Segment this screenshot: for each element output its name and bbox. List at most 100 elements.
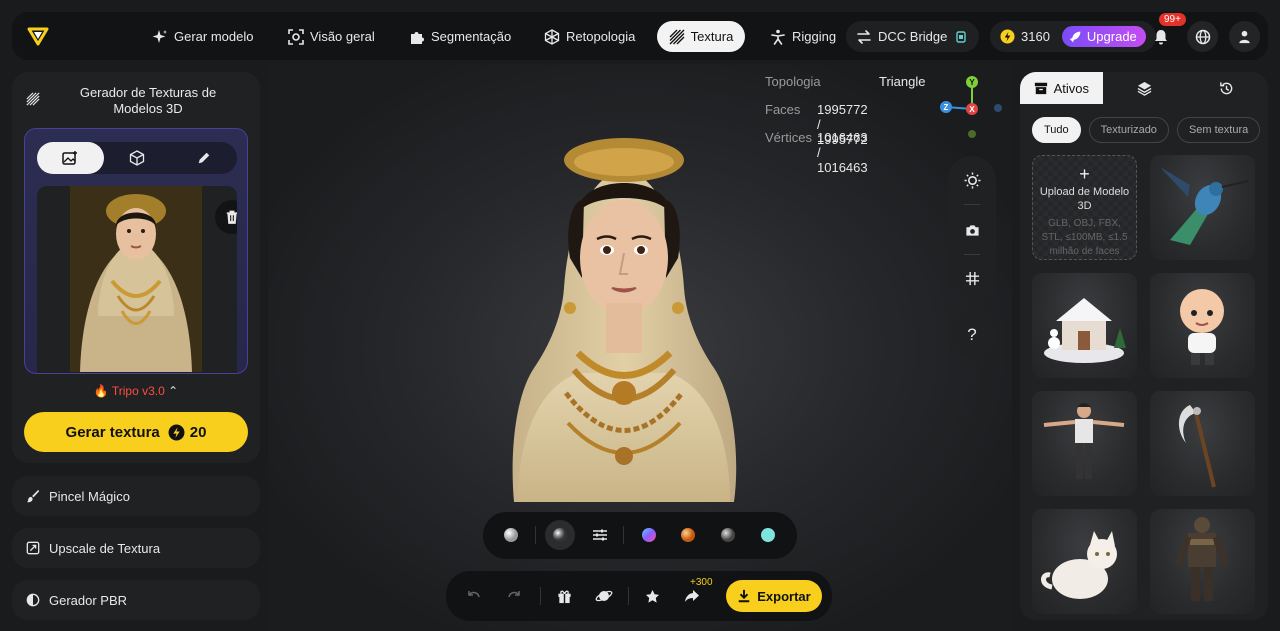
rig-figure-icon <box>771 29 785 45</box>
snow-house-thumbnail <box>1044 298 1126 363</box>
plugin-icon <box>956 30 967 43</box>
generate-texture-button[interactable]: Gerar textura 20 <box>24 412 248 452</box>
toolbar-divider <box>623 526 624 544</box>
model-input-tab[interactable] <box>104 142 171 174</box>
trash-icon <box>226 210 237 224</box>
screenshot-button[interactable] <box>962 220 982 240</box>
undo-button[interactable] <box>464 586 484 606</box>
nav-segmentacao[interactable]: Segmentação <box>399 21 521 52</box>
focus-icon <box>288 28 304 45</box>
material-base-color-button[interactable] <box>676 523 700 547</box>
viewport-side-toolbar <box>948 156 996 300</box>
redo-button[interactable] <box>504 586 524 606</box>
favorite-button[interactable] <box>642 586 662 606</box>
nav-label: Rigging <box>792 29 837 44</box>
tool-label: Upscale de Textura <box>49 540 161 556</box>
nav-dcc-bridge[interactable]: DCC Bridge <box>846 21 980 52</box>
material-metallic-button[interactable] <box>716 523 740 547</box>
reference-image <box>70 186 202 372</box>
sphere-white-icon <box>504 528 518 542</box>
material-texture-button[interactable] <box>545 520 575 550</box>
magic-brush-button[interactable]: Pincel Mágico <box>12 476 260 516</box>
nav-gerar-modelo[interactable]: Gerar modelo <box>142 21 263 52</box>
asset-card-hummingbird[interactable] <box>1150 155 1255 260</box>
pbr-generator-button[interactable]: Gerador PBR <box>12 580 260 620</box>
axis-y-label: Y <box>969 78 975 87</box>
cartoon-boy-thumbnail <box>1180 289 1224 365</box>
tab-layers[interactable] <box>1103 72 1186 104</box>
nav-retopologia[interactable]: Retopologia <box>534 21 645 52</box>
asset-card-cat[interactable] <box>1032 509 1137 614</box>
delete-image-button[interactable] <box>215 200 237 234</box>
topology-label: Topologia <box>765 74 821 89</box>
upgrade-button[interactable]: Upgrade <box>1061 26 1146 47</box>
sphere-cyan-icon <box>761 528 775 542</box>
tab-ativos[interactable]: Ativos <box>1020 72 1103 104</box>
cube-icon <box>129 150 145 166</box>
asset-card-armored-warrior[interactable] <box>1150 509 1255 614</box>
lightning-icon <box>168 424 185 440</box>
texture-upscale-button[interactable]: Upscale de Textura <box>12 528 260 568</box>
material-settings-button[interactable] <box>588 523 612 547</box>
half-circle-icon <box>26 593 40 607</box>
user-avatar-button[interactable] <box>1229 21 1260 52</box>
panel-title: Gerador de Texturas de Modelos 3D <box>79 85 217 116</box>
nav-label: Gerar modelo <box>174 29 254 44</box>
filter-textured[interactable]: Texturizado <box>1088 117 1169 143</box>
asset-card-snow-house[interactable] <box>1032 273 1137 378</box>
texture-icon <box>669 29 685 44</box>
gift-icon <box>557 590 571 603</box>
filter-untextured[interactable]: Sem textura <box>1176 117 1261 143</box>
model-version-label: Tripo v3.0 <box>111 384 165 398</box>
nav-label: Visão geral <box>310 29 375 44</box>
text-input-tab[interactable] <box>170 142 237 174</box>
undo-icon <box>468 591 480 598</box>
upload-model-card[interactable]: + Upload de Modelo 3D GLB, OBJ, FBX, STL… <box>1032 155 1137 260</box>
asset-card-cartoon-boy[interactable] <box>1150 273 1255 378</box>
material-toolbar <box>483 512 797 559</box>
topology-value: Triangle <box>879 74 926 89</box>
material-clay-button[interactable] <box>499 523 523 547</box>
export-button[interactable]: Exportar <box>726 580 822 612</box>
tab-history[interactable] <box>1185 72 1268 104</box>
sphere-gray-icon <box>721 528 735 542</box>
camera-icon <box>965 224 979 236</box>
sun-icon <box>964 172 980 188</box>
tripo-logo-icon[interactable] <box>24 22 52 50</box>
brush-icon <box>26 489 40 503</box>
asset-card-scythe[interactable] <box>1150 391 1255 496</box>
language-button[interactable] <box>1187 21 1218 52</box>
nav-textura[interactable]: Textura <box>657 21 745 52</box>
axis-x-label: X <box>969 105 975 114</box>
grid-icon <box>965 271 979 285</box>
nav-label: Retopologia <box>566 29 636 44</box>
reference-image-card <box>37 186 237 373</box>
share-button[interactable] <box>682 586 702 606</box>
upload-hint: GLB, OBJ, FBX, STL, ≤100MB, ≤1.5 milhão … <box>1041 218 1128 257</box>
axis-gizmo[interactable]: Y Z X <box>936 74 1006 144</box>
gift-button[interactable] <box>554 586 574 606</box>
asset-card-t-pose-man[interactable] <box>1032 391 1137 496</box>
nav-rigging[interactable]: Rigging <box>760 21 846 52</box>
user-icon <box>1239 30 1250 44</box>
pencil-icon <box>198 152 209 164</box>
material-cyan-button[interactable] <box>756 523 780 547</box>
model-version-selector[interactable]: 🔥 Tripo v3.0 ⌃ <box>12 384 260 398</box>
nav-visao-geral[interactable]: Visão geral <box>278 21 385 52</box>
notifications-button[interactable]: 99+ <box>1145 13 1186 52</box>
lighting-button[interactable] <box>962 170 982 190</box>
sphere-orange-icon <box>681 528 695 542</box>
image-input-tab[interactable] <box>37 142 104 174</box>
filter-all[interactable]: Tudo <box>1032 117 1081 143</box>
material-normal-button[interactable] <box>637 523 661 547</box>
help-button[interactable]: ? <box>948 311 996 359</box>
nav-label: DCC Bridge <box>878 29 948 44</box>
orbit-button[interactable] <box>594 586 614 606</box>
redo-icon <box>508 591 520 598</box>
vertices-value: 1016463 / 1016463 <box>817 130 868 175</box>
cat-thumbnail <box>1041 531 1117 599</box>
star-icon <box>645 589 659 603</box>
fire-icon: 🔥 <box>93 384 109 398</box>
layers-icon <box>1137 81 1151 96</box>
grid-toggle-button[interactable] <box>962 268 982 288</box>
